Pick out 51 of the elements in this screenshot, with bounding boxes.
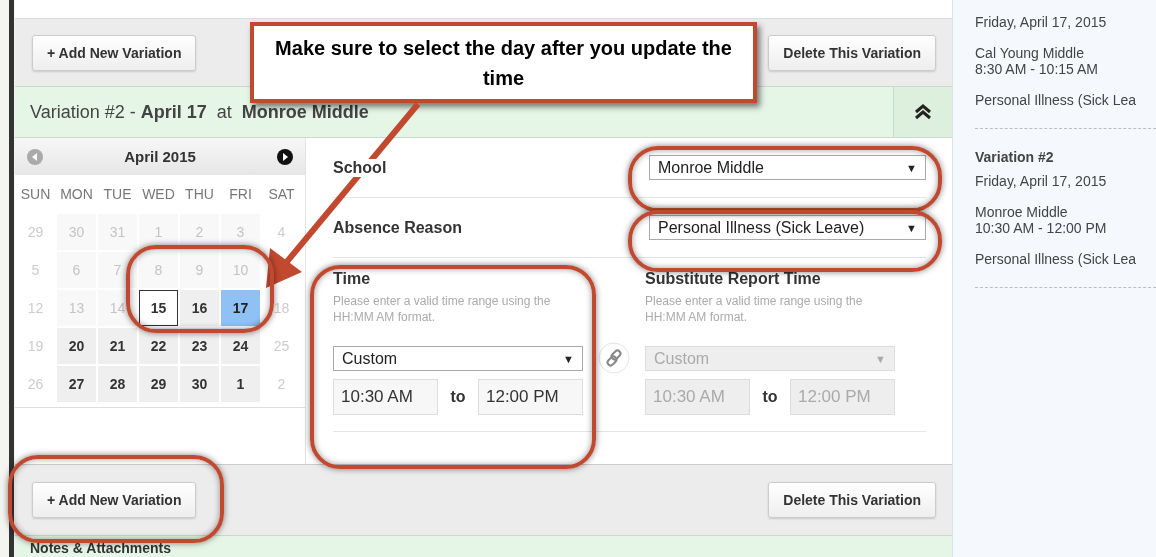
calendar-day[interactable]: 1	[221, 366, 260, 402]
calendar-day[interactable]: 24	[221, 328, 260, 364]
next-month-icon[interactable]	[277, 148, 293, 165]
end-time-field[interactable]: 12:00 PM	[478, 379, 583, 415]
calendar-day[interactable]: 22	[139, 328, 178, 364]
calendar-day[interactable]: 28	[98, 366, 137, 402]
calendar-day[interactable]: 20	[57, 328, 96, 364]
time-title: Substitute Report Time	[645, 270, 822, 288]
to-label: to	[762, 388, 778, 406]
summary-reason: Personal Illness (Sick Lea	[975, 251, 1138, 267]
weekday-label: MON	[59, 185, 94, 204]
school-select[interactable]: Monroe Middle ▼	[649, 155, 926, 180]
calendar-day[interactable]: 21	[98, 328, 137, 364]
callout-text: Make sure to select the day after you update the time	[274, 35, 733, 91]
calendar-day[interactable]: 15	[139, 290, 178, 326]
link-icon[interactable]	[598, 342, 630, 374]
weekday-label: SAT	[267, 185, 296, 204]
summary-heading: Variation #2	[975, 149, 1055, 165]
summary-reason: Personal Illness (Sick Lea	[975, 92, 1138, 108]
add-variation-button[interactable]: + Add New Variation	[32, 482, 197, 518]
variation-title: Variation #2 - April 17 at Monroe Middle	[30, 101, 369, 123]
weekday-label: FRI	[228, 185, 253, 204]
time-hint: Please enter a valid time range using the HH:MM AM format.	[333, 293, 552, 326]
chevron-icon	[914, 104, 932, 120]
weekday-label: THU	[184, 185, 215, 204]
calendar-day[interactable]: 30	[180, 366, 219, 402]
absence-reason-select[interactable]: Personal Illness (Sick Leave) ▼	[649, 215, 926, 240]
summary-school: Cal Young Middle	[975, 45, 1085, 61]
time-preset-select[interactable]: Custom ▼	[333, 346, 583, 371]
summary-date: Friday, April 17, 2015	[975, 173, 1108, 189]
summary-date: Friday, April 17, 2015	[975, 14, 1108, 30]
calendar-day[interactable]: 29	[139, 366, 178, 402]
calendar-day[interactable]: 17	[221, 290, 260, 326]
notes-title: Notes & Attachments	[30, 540, 172, 556]
calendar-day[interactable]: 27	[57, 366, 96, 402]
calendar-day[interactable]: 16	[180, 290, 219, 326]
weekday-label: SUN	[19, 185, 52, 204]
start-time-field[interactable]: 10:30 AM	[333, 379, 438, 415]
delete-variation-button[interactable]: Delete This Variation	[768, 34, 936, 71]
summary-school: Monroe Middle	[975, 204, 1069, 220]
weekday-label: WED	[141, 185, 176, 204]
time-title: Time	[333, 270, 372, 288]
month-title: April 2015	[124, 148, 196, 165]
weekday-label: TUE	[102, 185, 133, 204]
summary-hours: 10:30 AM - 12:00 PM	[975, 220, 1108, 236]
to-label: to	[450, 388, 466, 406]
summary-hours: 8:30 AM - 10:15 AM	[975, 61, 1099, 77]
add-variation-button[interactable]: + Add New Variation	[32, 34, 197, 71]
time-hint: Please enter a valid time range using the HH:MM AM format.	[645, 293, 864, 326]
delete-variation-button[interactable]: Delete This Variation	[768, 482, 936, 518]
collapse-button[interactable]	[893, 87, 952, 137]
